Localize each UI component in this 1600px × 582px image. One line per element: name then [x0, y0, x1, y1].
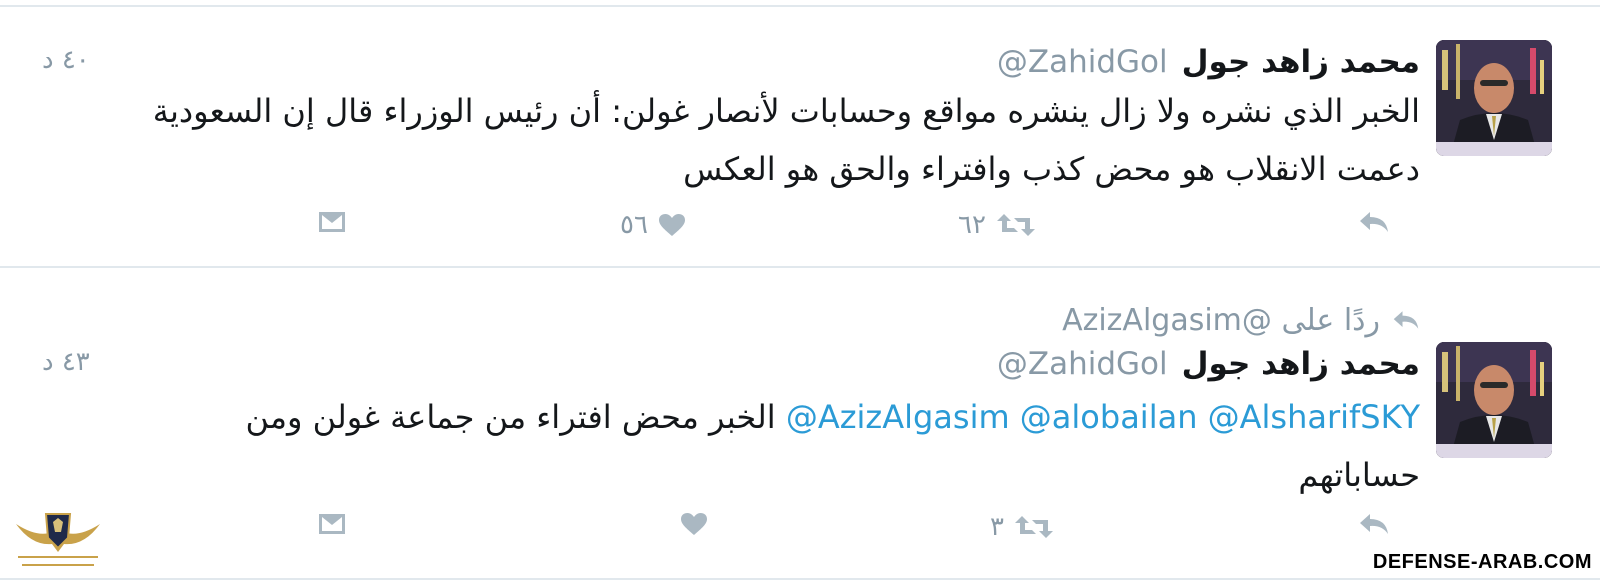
tweet-text-line: حساباتهم	[1298, 456, 1420, 494]
like-button[interactable]	[680, 512, 708, 536]
tweet-text: الخبر الذي نشره ولا زال ينشره مواقع وحسا…	[153, 82, 1420, 198]
author-handle[interactable]: @ZahidGol	[997, 44, 1168, 80]
tweet-actions: ٦٢ ٥٦	[0, 210, 1600, 250]
timestamp[interactable]: ٤٣ د	[42, 347, 90, 377]
like-count: ٥٦	[620, 210, 648, 240]
message-button[interactable]	[318, 512, 346, 536]
tweet-text: @AlsharifSKY @alobailan @AzizAlgasim الخ…	[245, 388, 1420, 504]
bottom-divider	[0, 578, 1600, 580]
retweet-count: ٦٢	[958, 210, 986, 240]
reply-icon	[1360, 212, 1388, 232]
author-handle[interactable]: @ZahidGol	[997, 346, 1168, 382]
tweet-header: محمد زاهد جول @ZahidGol	[997, 40, 1420, 84]
mention-link[interactable]: @AzizAlgasim	[786, 398, 1010, 436]
reply-context[interactable]: ردًا على @AzizAlgasim	[1062, 298, 1420, 342]
mention-link[interactable]: @alobailan	[1020, 398, 1198, 436]
watermark-logo	[12, 508, 104, 574]
reply-button[interactable]	[1358, 210, 1390, 234]
message-button[interactable]	[318, 210, 346, 234]
retweet-icon	[996, 214, 1035, 236]
tweet-1[interactable]: محمد زاهد جول @ZahidGol ٤٠ د الخبر الذي …	[0, 0, 1600, 268]
reply-icon	[1392, 309, 1420, 331]
retweet-button[interactable]: ٦٢	[958, 210, 1036, 240]
avatar[interactable]	[1436, 40, 1552, 156]
author-name[interactable]: محمد زاهد جول	[1182, 346, 1420, 382]
tweet-text-line: دعمت الانقلاب هو محض كذب وافتراء والحق ه…	[683, 150, 1420, 188]
like-button[interactable]: ٥٦	[620, 210, 686, 240]
tweet-actions: ٣	[0, 512, 1600, 552]
envelope-icon	[319, 514, 345, 534]
retweet-icon	[1014, 516, 1053, 538]
heart-icon	[681, 513, 707, 535]
tweet-header: محمد زاهد جول @ZahidGol	[997, 342, 1420, 386]
tweet-text-line: الخبر الذي نشره ولا زال ينشره مواقع وحسا…	[152, 92, 1420, 130]
mention-link[interactable]: @AlsharifSKY	[1208, 398, 1420, 436]
heart-icon	[658, 214, 685, 236]
retweet-button[interactable]: ٣	[990, 512, 1054, 542]
author-name[interactable]: محمد زاهد جول	[1182, 44, 1420, 80]
watermark-site: DEFENSE-ARAB.COM	[1372, 551, 1592, 573]
reply-button[interactable]	[1358, 512, 1390, 536]
reply-icon	[1360, 514, 1388, 534]
reply-context-text: ردًا على @AzizAlgasim	[1062, 302, 1380, 338]
retweet-count: ٣	[990, 512, 1004, 542]
envelope-icon	[319, 212, 345, 232]
tweet-text-segment: الخبر محض افتراء من جماعة غولن ومن	[245, 398, 776, 436]
tweet-text-line: @AlsharifSKY @alobailan @AzizAlgasim الخ…	[245, 388, 1420, 446]
timestamp[interactable]: ٤٠ د	[42, 45, 90, 75]
avatar[interactable]	[1436, 342, 1552, 458]
tweet-2[interactable]: ردًا على @AzizAlgasim محمد زاهد جول @Zah…	[0, 268, 1600, 568]
